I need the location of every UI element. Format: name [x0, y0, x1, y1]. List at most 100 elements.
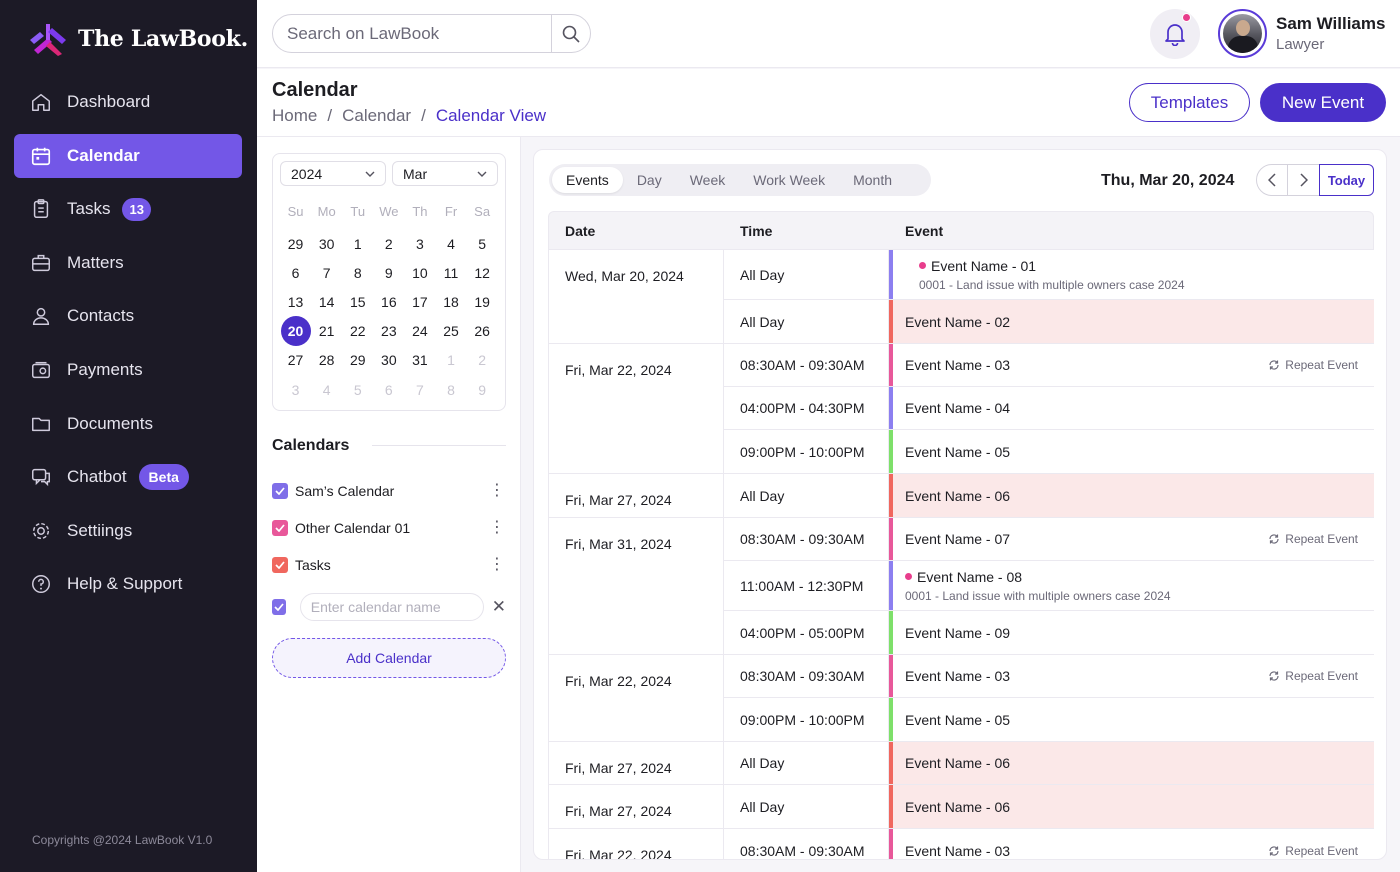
- brand-logo[interactable]: The LawBook.: [26, 20, 248, 58]
- day-cell[interactable]: 10: [404, 258, 435, 287]
- sidebar-item-chatbot[interactable]: Chatbot Beta: [14, 455, 242, 499]
- sidebar-item-matters[interactable]: Matters: [14, 241, 242, 285]
- event-cell[interactable]: Event Name - 03 Repeat Event: [889, 655, 1374, 697]
- event-cell[interactable]: Event Name - 05: [889, 430, 1374, 473]
- day-cell[interactable]: 24: [404, 317, 435, 346]
- sidebar-item-payments[interactable]: Payments: [14, 348, 242, 392]
- repeat-event-link[interactable]: Repeat Event: [1268, 669, 1358, 683]
- table-row[interactable]: 08:30AM - 09:30AM Event Name - 03 Repeat E…: [724, 655, 1374, 698]
- day-cell[interactable]: 29: [280, 229, 311, 258]
- day-cell[interactable]: 5: [342, 375, 373, 404]
- sidebar-item-calendar[interactable]: Calendar: [14, 133, 242, 178]
- previous-button[interactable]: [1257, 165, 1288, 195]
- day-cell[interactable]: 11: [435, 258, 466, 287]
- day-cell[interactable]: 3: [404, 229, 435, 258]
- close-icon[interactable]: ✕: [492, 597, 506, 617]
- next-button[interactable]: [1288, 165, 1319, 195]
- event-cell[interactable]: Event Name - 06: [889, 742, 1374, 784]
- tab-day[interactable]: Day: [623, 167, 676, 193]
- sidebar-item-settiings[interactable]: Settiings: [14, 509, 242, 553]
- event-cell[interactable]: Event Name - 04: [889, 387, 1374, 429]
- table-row[interactable]: 08:30AM - 09:30AM Event Name - 07 Repeat E…: [724, 518, 1374, 561]
- day-cell[interactable]: 1: [435, 346, 466, 375]
- day-cell[interactable]: 18: [435, 287, 466, 316]
- day-cell[interactable]: 23: [373, 317, 404, 346]
- table-row[interactable]: 09:00PM - 10:00PM Event Name - 05: [724, 698, 1374, 741]
- day-cell[interactable]: 9: [373, 258, 404, 287]
- add-calendar-button[interactable]: Add Calendar: [272, 638, 506, 678]
- notifications-button[interactable]: [1150, 9, 1200, 59]
- event-cell[interactable]: Event Name - 03 Repeat Event: [889, 344, 1374, 386]
- table-row[interactable]: 04:00PM - 04:30PM Event Name - 04: [724, 387, 1374, 430]
- day-cell[interactable]: 15: [342, 287, 373, 316]
- day-cell[interactable]: 4: [435, 229, 466, 258]
- event-cell[interactable]: Event Name - 09: [889, 611, 1374, 654]
- day-cell[interactable]: 13: [280, 287, 311, 316]
- day-cell[interactable]: 30: [311, 229, 342, 258]
- day-cell[interactable]: 14: [311, 287, 342, 316]
- sidebar-item-tasks[interactable]: Tasks 13: [14, 187, 242, 231]
- day-cell[interactable]: 31: [404, 346, 435, 375]
- calendar-checkbox[interactable]: [272, 483, 288, 499]
- day-cell[interactable]: 27: [280, 346, 311, 375]
- day-cell[interactable]: 21: [311, 317, 342, 346]
- day-cell[interactable]: 6: [280, 258, 311, 287]
- today-button[interactable]: Today: [1319, 164, 1374, 196]
- day-cell-today[interactable]: 20: [280, 316, 311, 347]
- tab-week[interactable]: Week: [676, 167, 740, 193]
- day-cell[interactable]: 9: [467, 375, 498, 404]
- more-options-icon[interactable]: ⋮: [488, 520, 506, 536]
- day-cell[interactable]: 5: [467, 229, 498, 258]
- day-cell[interactable]: 3: [280, 375, 311, 404]
- year-select[interactable]: 2024: [280, 161, 386, 186]
- table-row[interactable]: All Day Event Name - 02: [724, 300, 1374, 343]
- table-row[interactable]: 08:30AM - 09:30AM Event Name - 03 Repeat E…: [724, 344, 1374, 387]
- month-select[interactable]: Mar: [392, 161, 498, 186]
- tab-work-week[interactable]: Work Week: [739, 167, 839, 193]
- table-row[interactable]: 08:30AM - 09:30AM Event Name - 03 Repeat E…: [724, 829, 1374, 859]
- day-cell[interactable]: 12: [467, 258, 498, 287]
- avatar[interactable]: [1218, 9, 1267, 58]
- day-cell[interactable]: 22: [342, 317, 373, 346]
- table-row[interactable]: All Day Event Name - 06: [724, 474, 1374, 517]
- day-cell[interactable]: 2: [467, 346, 498, 375]
- calendar-checkbox[interactable]: [272, 520, 288, 536]
- repeat-event-link[interactable]: Repeat Event: [1268, 358, 1358, 372]
- new-calendar-checkbox[interactable]: [272, 599, 286, 615]
- breadcrumb-home[interactable]: Home: [272, 106, 317, 126]
- day-cell[interactable]: 28: [311, 346, 342, 375]
- table-row[interactable]: All Day Event Name - 01 0001 - Land issue …: [724, 250, 1374, 300]
- repeat-event-link[interactable]: Repeat Event: [1268, 844, 1358, 858]
- table-row[interactable]: 09:00PM - 10:00PM Event Name - 05: [724, 430, 1374, 473]
- day-cell[interactable]: 6: [373, 375, 404, 404]
- sidebar-item-dashboard[interactable]: Dashboard: [14, 80, 242, 124]
- tab-events[interactable]: Events: [552, 167, 623, 193]
- tab-month[interactable]: Month: [839, 167, 906, 193]
- table-row[interactable]: All Day Event Name - 06: [724, 785, 1374, 828]
- breadcrumb-calendar[interactable]: Calendar: [342, 106, 411, 126]
- day-cell[interactable]: 19: [467, 287, 498, 316]
- day-cell[interactable]: 8: [342, 258, 373, 287]
- table-row[interactable]: 11:00AM - 12:30PM Event Name - 08 0001 - L…: [724, 561, 1374, 611]
- event-cell[interactable]: Event Name - 07 Repeat Event: [889, 518, 1374, 560]
- sidebar-item-documents[interactable]: Documents: [14, 402, 242, 446]
- event-cell[interactable]: Event Name - 05: [889, 698, 1374, 741]
- calendar-checkbox[interactable]: [272, 557, 288, 573]
- day-cell[interactable]: 16: [373, 287, 404, 316]
- sidebar-item-contacts[interactable]: Contacts: [14, 294, 242, 338]
- event-cell[interactable]: Event Name - 03 Repeat Event: [889, 829, 1374, 859]
- day-cell[interactable]: 7: [404, 375, 435, 404]
- day-cell[interactable]: 17: [404, 287, 435, 316]
- search-button[interactable]: [551, 15, 590, 52]
- day-cell[interactable]: 7: [311, 258, 342, 287]
- day-cell[interactable]: 29: [342, 346, 373, 375]
- day-cell[interactable]: 30: [373, 346, 404, 375]
- day-cell[interactable]: 4: [311, 375, 342, 404]
- table-row[interactable]: All Day Event Name - 06: [724, 742, 1374, 784]
- event-cell[interactable]: Event Name - 06: [889, 785, 1374, 828]
- day-cell[interactable]: 2: [373, 229, 404, 258]
- event-cell[interactable]: Event Name - 08 0001 - Land issue with mu…: [889, 561, 1374, 610]
- event-cell[interactable]: Event Name - 01 0001 - Land issue with mu…: [889, 250, 1374, 299]
- templates-button[interactable]: Templates: [1129, 83, 1250, 122]
- event-cell[interactable]: Event Name - 02: [889, 300, 1374, 343]
